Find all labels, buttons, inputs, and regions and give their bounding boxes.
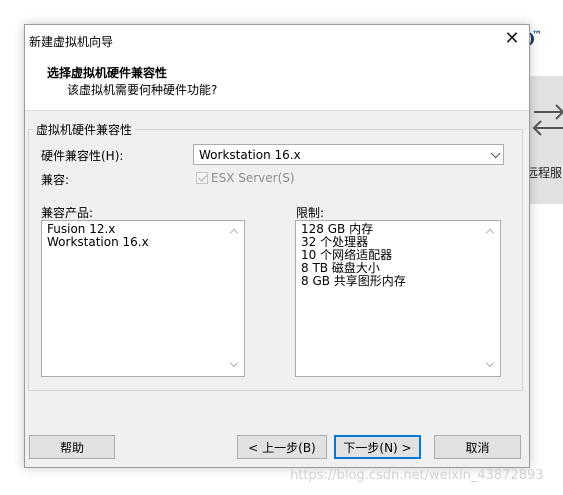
products-items: Fusion 12.x Workstation 16.x — [47, 223, 149, 249]
step-subtitle: 该虚拟机需要何种硬件功能? — [67, 83, 218, 97]
hardware-compat-label: 硬件兼容性(H): — [41, 149, 124, 163]
esx-server-label: ESX Server(S) — [211, 171, 295, 185]
list-item[interactable]: 8 GB 共享图形内存 — [301, 275, 406, 288]
wizard-header: 选择虚拟机硬件兼容性 该虚拟机需要何种硬件功能? — [25, 55, 529, 111]
hardware-compat-value: Workstation 16.x — [199, 148, 301, 162]
compatible-products-list[interactable]: Fusion 12.x Workstation 16.x — [41, 220, 245, 377]
limits-list[interactable]: 128 GB 内存 32 个处理器 10 个网络适配器 8 TB 磁盘大小 8 GB 共… — [295, 220, 501, 377]
checkbox-box[interactable] — [196, 172, 208, 184]
list-item[interactable]: Workstation 16.x — [47, 236, 149, 249]
background-window — [526, 0, 563, 495]
hardware-compat-dropdown[interactable]: Workstation 16.x — [193, 144, 504, 165]
limits-items: 128 GB 内存 32 个处理器 10 个网络适配器 8 TB 磁盘大小 8 GB 共… — [301, 223, 406, 288]
group-legend: 虚拟机硬件兼容性 — [33, 121, 136, 138]
scroll-up-icon[interactable] — [485, 228, 495, 238]
new-vm-wizard-dialog: 新建虚拟机向导 ✕ 选择虚拟机硬件兼容性 该虚拟机需要何种硬件功能? 虚拟机硬件… — [24, 24, 530, 468]
title-bar[interactable]: 新建虚拟机向导 ✕ — [25, 25, 529, 55]
help-button[interactable]: 帮助 — [29, 435, 115, 459]
background-logo: ™ — [531, 30, 542, 46]
compatible-label: 兼容: — [41, 173, 70, 187]
step-title: 选择虚拟机硬件兼容性 — [47, 66, 168, 80]
checkmark-icon — [197, 172, 208, 182]
scroll-down-icon[interactable] — [485, 358, 495, 368]
cancel-button[interactable]: 取消 — [434, 435, 521, 459]
scroll-down-icon[interactable] — [229, 358, 239, 368]
next-button[interactable]: 下一步(N) > — [334, 435, 421, 459]
close-button[interactable]: ✕ — [495, 25, 529, 55]
background-panel — [526, 76, 563, 204]
watermark-text: https://blog.csdn.net/weixin_43872893 — [290, 468, 544, 483]
remote-arrows-icon — [532, 104, 563, 136]
limits-label: 限制: — [296, 206, 325, 220]
background-label: 远程服 — [526, 166, 563, 180]
scroll-up-icon[interactable] — [229, 228, 239, 238]
chevron-down-icon — [490, 148, 501, 159]
compatible-products-label: 兼容产品: — [41, 206, 94, 220]
back-button[interactable]: < 上一步(B) — [237, 435, 327, 459]
window-title: 新建虚拟机向导 — [29, 35, 114, 49]
